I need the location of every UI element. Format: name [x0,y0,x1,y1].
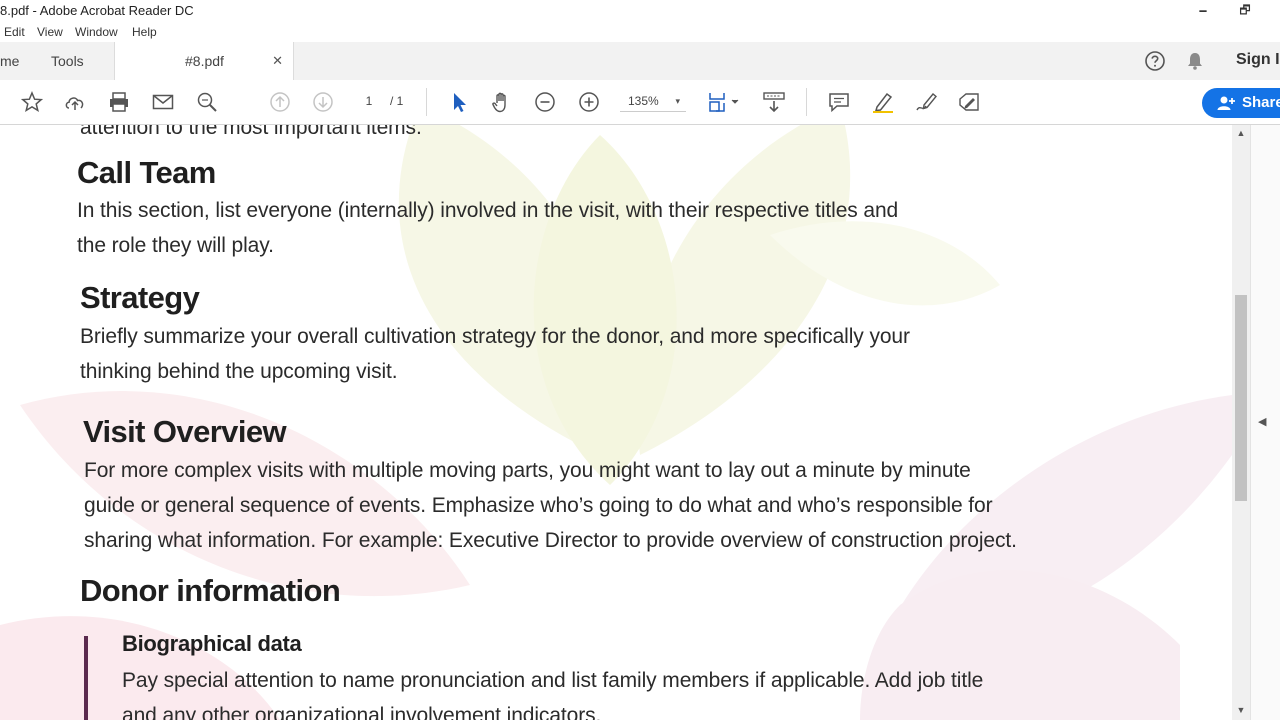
toolbar: 1 / 1 135% ▾ Share [0,80,1280,125]
tab-tools[interactable]: Tools [51,42,111,80]
menu-window[interactable]: Window [75,25,118,39]
title-bar: 8.pdf - Adobe Acrobat Reader DC 🗕 🗗 [0,0,1280,22]
select-cursor-icon[interactable] [447,91,471,113]
scroll-down-arrow-icon[interactable]: ▼ [1235,705,1247,717]
print-icon[interactable] [107,91,131,113]
paragraph-line: thinking behind the upcoming visit. [80,360,398,383]
minimize-icon: 🗕 [1198,2,1208,17]
highlight-pen-icon[interactable] [871,91,895,113]
draw-icon[interactable] [914,91,938,113]
share-button-label: Share [1242,94,1280,111]
paragraph-line: sharing what information. For example: E… [84,529,1017,552]
tab-document-label: #8.pdf [185,53,224,69]
window-title: 8.pdf - Adobe Acrobat Reader DC [0,3,194,18]
section-heading-donor-information: Donor information [80,573,341,608]
email-icon[interactable] [151,91,175,113]
paragraph-line: guide or general sequence of events. Emp… [84,494,993,517]
document-view[interactable]: attention to the most important items. C… [0,125,1232,720]
comment-icon[interactable] [827,91,851,113]
minimize-button[interactable]: 🗕 [1180,0,1226,22]
page-number-input[interactable]: 1 [355,91,383,111]
callout-accent-bar [84,636,88,720]
scroll-up-arrow-icon[interactable]: ▲ [1235,128,1247,140]
menu-edit[interactable]: Edit [4,25,25,39]
paragraph-line: Briefly summarize your overall cultivati… [80,325,910,348]
page-count: / 1 [390,94,404,108]
paragraph-line: the role they will play. [77,234,274,257]
paragraph-line: In this section, list everyone (internal… [77,199,899,222]
page-up-icon[interactable] [268,91,292,113]
paragraph-line: For more complex visits with multiple mo… [84,459,971,482]
paragraph-line: and any other organizational involvement… [122,704,602,720]
menu-bar: Edit View Window Help [0,22,1280,42]
add-user-icon [1217,96,1235,110]
tab-document[interactable]: #8.pdf ✕ [114,42,294,81]
subsection-heading-biographical-data: Biographical data [122,631,302,656]
section-heading-call-team: Call Team [77,155,216,190]
sign-in-link[interactable]: Sign I [1236,51,1280,69]
toolbar-divider [806,88,807,116]
scrollbar-thumb[interactable] [1235,295,1247,501]
menu-help[interactable]: Help [132,25,157,39]
zoom-out-icon[interactable] [533,91,557,113]
tab-bar: me Tools #8.pdf ✕ Sign I [0,42,1280,81]
toolbar-divider [426,88,427,116]
right-pane-collapsed: ◀ [1250,125,1280,720]
fit-page-icon[interactable] [706,91,742,113]
tab-home-label: me [0,53,20,69]
menu-view[interactable]: View [37,25,63,39]
cut-off-paragraph-line: attention to the most important items. [80,125,422,139]
tab-home[interactable]: me [0,42,40,80]
tab-tools-label: Tools [51,53,84,69]
zoom-level-select[interactable]: 135% ▾ [620,91,686,112]
chevron-down-icon: ▾ [675,96,680,106]
hand-tool-icon[interactable] [490,91,514,113]
help-icon[interactable] [1144,50,1166,72]
notification-bell-icon[interactable] [1184,50,1206,72]
zoom-level-value: 135% [628,94,659,108]
expand-pane-arrow-icon[interactable]: ◀ [1258,415,1266,428]
page-down-icon[interactable] [311,91,335,113]
paragraph-line: Pay special attention to name pronunciat… [122,669,984,692]
upload-cloud-icon[interactable] [63,91,87,113]
share-button[interactable]: Share [1202,88,1280,118]
section-heading-visit-overview: Visit Overview [83,414,287,449]
close-tab-icon[interactable]: ✕ [272,53,283,69]
star-icon[interactable] [20,91,44,113]
zoom-in-icon[interactable] [577,91,601,113]
restore-button[interactable]: 🗗 [1222,0,1268,22]
vertical-scrollbar[interactable]: ▲ ▼ [1232,125,1250,720]
search-zoom-icon[interactable] [195,91,219,113]
section-heading-strategy: Strategy [80,280,200,315]
scroll-mode-icon[interactable] [762,91,786,113]
fill-sign-icon[interactable] [957,91,981,113]
restore-icon: 🗗 [1239,2,1251,17]
